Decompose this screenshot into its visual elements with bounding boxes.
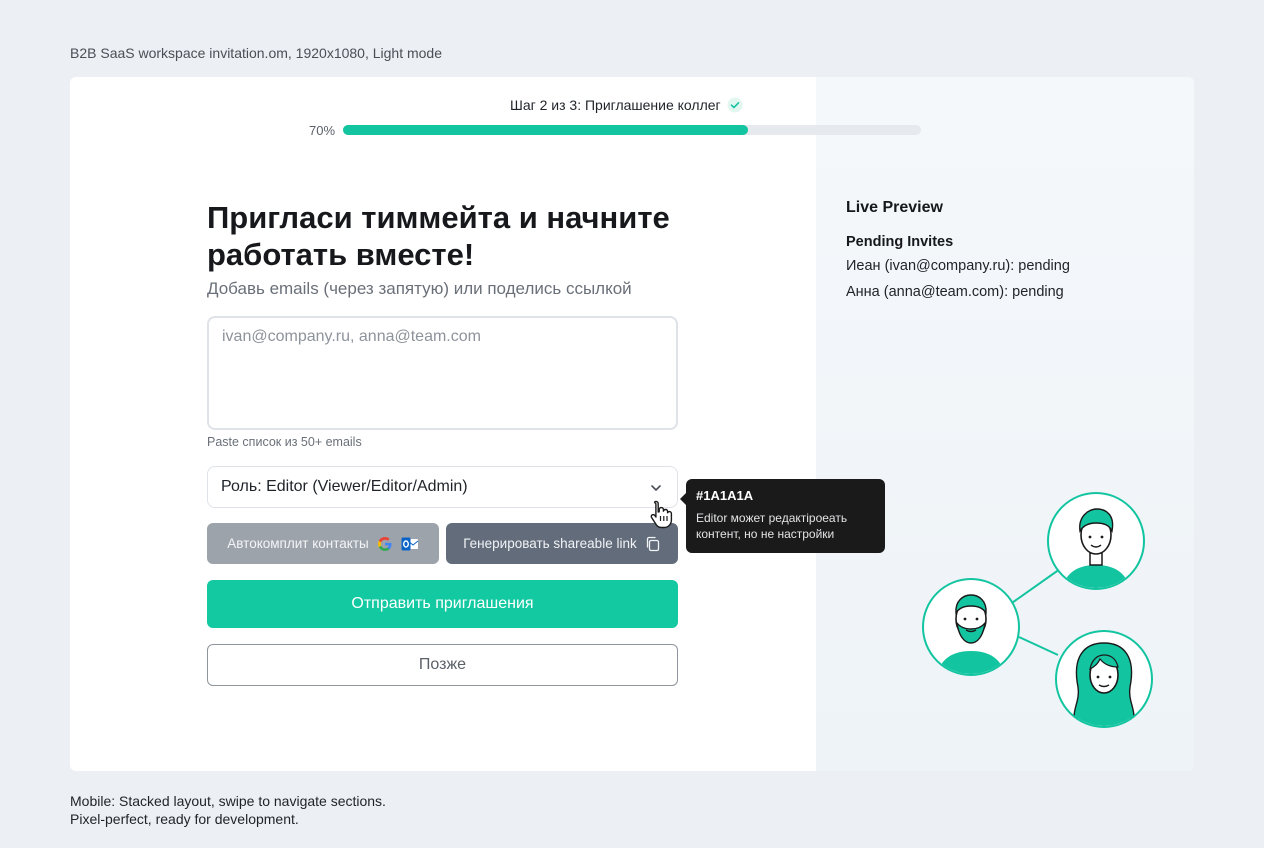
tooltip-body: Editor может редактiроеать контент, но н… bbox=[696, 511, 848, 541]
pending-invite-item: Иеан (ivan@company.ru): pending bbox=[846, 258, 1070, 274]
check-icon bbox=[727, 97, 743, 113]
later-button[interactable]: Позже bbox=[207, 644, 678, 686]
caption-top: B2B SaaS workspace invitation.om, 1920x1… bbox=[70, 45, 443, 61]
copy-icon bbox=[646, 536, 659, 551]
pending-invites-title: Pending Invites bbox=[846, 234, 954, 250]
caption-bottom: Mobile: Stacked layout, swipe to navigat… bbox=[70, 792, 386, 828]
role-tooltip: #1A1A1A Editor может редактiроеать конте… bbox=[680, 479, 885, 553]
step-label: Шаг 2 из 3: Приглашение коллег bbox=[510, 97, 721, 113]
role-select[interactable]: Роль: Editor (Viewer/Editor/Admin) bbox=[207, 466, 678, 508]
caption-bottom-line-1: Mobile: Stacked layout, swipe to navigat… bbox=[70, 793, 386, 809]
avatar-man-icon bbox=[1047, 492, 1145, 590]
step-indicator: Шаг 2 из 3: Приглашение коллег bbox=[510, 97, 743, 113]
generate-link-label: Генерировать shareable link bbox=[463, 536, 637, 551]
autocomplete-contacts-label: Автокомплит контакты bbox=[227, 536, 369, 551]
role-select-value: Роль: Editor (Viewer/Editor/Admin) bbox=[221, 478, 468, 495]
pending-invite-item: Анна (anna@team.com): pending bbox=[846, 284, 1064, 300]
page-subtitle: Добавь emails (через запятую) или подели… bbox=[207, 279, 632, 298]
preview-title: Live Preview bbox=[846, 199, 943, 216]
outlook-icon bbox=[401, 537, 419, 550]
tooltip-title: #1A1A1A bbox=[696, 488, 754, 503]
progress-track bbox=[343, 125, 921, 135]
autocomplete-contacts-button[interactable]: Автокомплит контакты bbox=[207, 523, 439, 564]
chevron-down-icon bbox=[651, 485, 661, 491]
avatar-woman-icon bbox=[1055, 630, 1153, 728]
team-network-illustration bbox=[922, 492, 1153, 728]
send-invites-button[interactable]: Отправить приглашения bbox=[207, 580, 678, 628]
generate-link-button[interactable]: Генерировать shareable link bbox=[446, 523, 678, 564]
progress-fill bbox=[343, 125, 748, 135]
hand-pointer-icon bbox=[650, 500, 673, 529]
avatar-bearded-man-icon bbox=[922, 578, 1020, 676]
caption-bottom-line-2: Pixel-perfect, ready for development. bbox=[70, 811, 299, 827]
page-title: Пригласи тиммейта и начните работать вме… bbox=[207, 200, 670, 272]
paste-hint: Paste список из 50+ emails bbox=[207, 435, 362, 449]
progress-percent: 70% bbox=[309, 123, 336, 138]
google-icon bbox=[377, 536, 392, 551]
email-input[interactable] bbox=[207, 316, 678, 430]
